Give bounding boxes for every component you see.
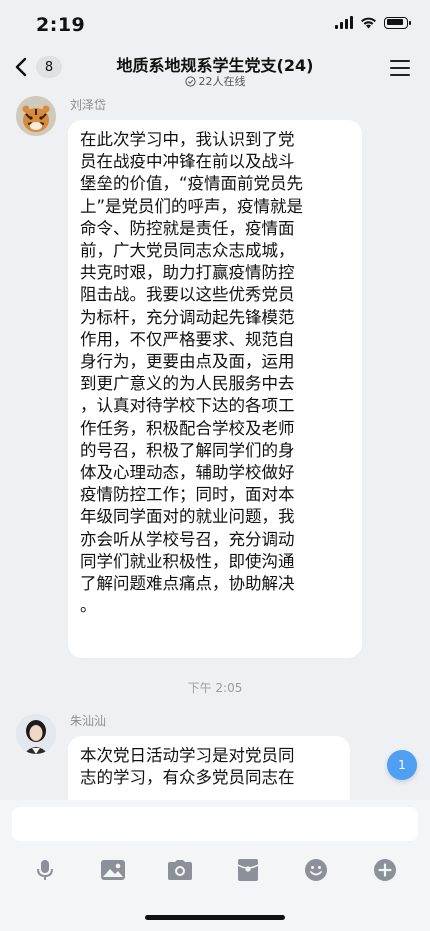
message-text: 前，广大党员同志众志成城， (80, 241, 295, 261)
online-count: 22人在线 (198, 75, 246, 88)
input-area (0, 800, 430, 931)
message-bubble[interactable]: 本次党日活动学习是对党员同 志的学习，有众多党员同志在 (68, 736, 350, 800)
status-icons (335, 16, 411, 29)
online-status: 22人在线 (0, 73, 430, 89)
message-input[interactable] (12, 807, 418, 841)
message-text: 身行为，更要由点及面，运用 (80, 352, 295, 372)
microphone-icon (37, 860, 53, 880)
image-icon (101, 860, 125, 880)
online-indicator-icon (184, 75, 196, 87)
sender-name: 刘泽岱 (70, 98, 107, 112)
message-text: 共克时艰，助力打赢疫情防控 (80, 263, 295, 283)
message-text: 作用，不仅严格要求、规范自 (80, 329, 295, 349)
message-text: 的号召，积极了解同学们的身 (80, 440, 295, 460)
person-avatar-icon (16, 714, 56, 754)
status-time: 2:19 (36, 14, 86, 36)
menu-icon (390, 60, 410, 62)
message-text: 体及心理动态，辅助学校做好 (80, 463, 295, 483)
message-text: 亦会听从学校号召，充分调动 (80, 529, 295, 549)
message-text: 年级同学面对的就业问题，我 (80, 507, 295, 527)
red-packet-icon (237, 859, 259, 881)
camera-button[interactable] (164, 854, 196, 886)
time-divider: 下午 2:05 (187, 681, 243, 695)
message-text: 志的学习，有众多党员同志在 (80, 768, 295, 788)
wifi-icon (361, 17, 376, 29)
input-toolbar (0, 854, 430, 886)
message-text: 到更广意义的为人民服务中去 (80, 374, 295, 394)
chat-messages[interactable]: 刘泽岱 在此次学习中，我认识到了党 员在战疫中冲锋在前以及战斗 堡垒的价值，“疫… (0, 92, 430, 800)
message-bubble[interactable]: 在此次学习中，我认识到了党 员在战疫中冲锋在前以及战斗 堡垒的价值，“疫情面前党… (68, 120, 362, 658)
message-text: 本次党日活动学习是对党员同 (80, 746, 295, 765)
camera-icon (168, 860, 192, 880)
emoji-button[interactable] (300, 854, 332, 886)
message-text: 。 (80, 596, 97, 616)
avatar[interactable] (16, 96, 56, 136)
message-text: 疫情防控工作；同时，面对本 (80, 485, 295, 505)
home-indicator[interactable] (145, 915, 285, 920)
message-text: 同学们就业积极性，即使沟通 (80, 551, 295, 571)
sender-name: 朱汕汕 (70, 714, 107, 728)
chat-header: 8 地质系地规系学生党支(24) 22人在线 (0, 48, 430, 92)
menu-button[interactable] (390, 60, 410, 76)
message-text: ，认真对待学校下达的各项工 (80, 396, 295, 416)
message-text: 为标杆，充分调动起先锋模范 (80, 307, 295, 327)
message-text: 了解问题难点痛点，协助解决 (80, 574, 295, 594)
message-text: 堡垒的价值，“疫情面前党员先 (80, 174, 304, 194)
cellular-signal-icon (335, 16, 353, 29)
status-bar: 2:19 (0, 0, 430, 48)
message-text: 作任务，积极配合学校及老师 (80, 418, 295, 438)
emoji-icon (305, 859, 327, 881)
message-text: 阻击战。我要以这些优秀党员 (80, 285, 295, 305)
tiger-avatar-icon (16, 96, 56, 136)
message-text: 命令、防控就是责任，疫情面 (80, 218, 295, 238)
message-text: 员在战疫中冲锋在前以及战斗 (80, 152, 295, 172)
image-button[interactable] (97, 854, 129, 886)
red-packet-button[interactable] (232, 854, 264, 886)
message-text: 上”是党员们的呼声，疫情就是 (80, 196, 304, 216)
avatar[interactable] (16, 714, 56, 754)
message-text: 在此次学习中，我认识到了党 (80, 130, 295, 149)
new-message-badge[interactable]: 1 (387, 750, 417, 780)
voice-button[interactable] (29, 854, 61, 886)
battery-icon (384, 16, 411, 29)
plus-icon (374, 859, 396, 881)
more-button[interactable] (369, 854, 401, 886)
